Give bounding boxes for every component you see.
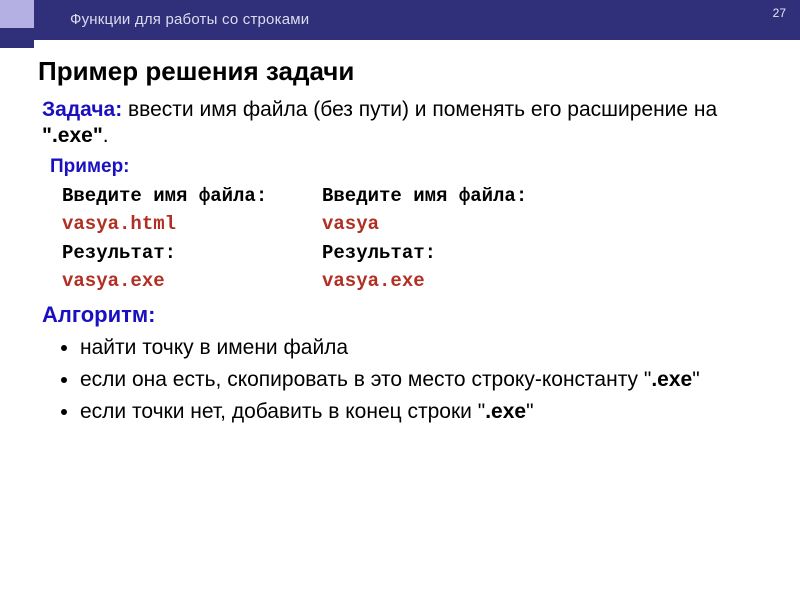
algo-2-bold: .exe — [651, 368, 692, 391]
example-right: Введите имя файла: vasya Результат: vasy… — [322, 182, 582, 296]
example-left-result-label: Результат: — [62, 239, 322, 268]
example-label: Пример: — [50, 156, 770, 178]
algorithm-item-2: если она есть, скопировать в это место с… — [80, 366, 770, 394]
task-label: Задача: — [42, 98, 122, 121]
example-left-prompt: Введите имя файла: — [62, 182, 322, 211]
corner-accent-bottom — [0, 28, 34, 48]
header-title: Функции для работы со строками — [34, 0, 800, 40]
corner-accent-top — [0, 0, 34, 28]
example-right-result-label: Результат: — [322, 239, 582, 268]
algo-3-bold: .exe — [485, 400, 526, 423]
content-area: Пример решения задачи Задача: ввести имя… — [0, 40, 800, 427]
task-description: Задача: ввести имя файла (без пути) и по… — [42, 97, 770, 150]
example-right-prompt: Введите имя файла: — [322, 182, 582, 211]
algorithm-item-1: найти точку в имени файла — [80, 334, 770, 362]
algorithm-label: Алгоритм: — [42, 302, 770, 328]
example-left-input: vasya.html — [62, 210, 322, 239]
algo-2-pre: если она есть, скопировать в это место с… — [80, 368, 651, 391]
example-right-result: vasya.exe — [322, 267, 582, 296]
algorithm-list: найти точку в имени файла если она есть,… — [80, 334, 770, 427]
algorithm-item-3: если точки нет, добавить в конец строки … — [80, 398, 770, 426]
algo-3-post: " — [526, 400, 533, 423]
task-ext: ".exe" — [42, 124, 103, 147]
task-text-2: . — [103, 124, 109, 147]
algo-3-pre: если точки нет, добавить в конец строки … — [80, 400, 485, 423]
task-text-1: ввести имя файла (без пути) и поменять е… — [122, 98, 717, 121]
example-left-result: vasya.exe — [62, 267, 322, 296]
header-bar: Функции для работы со строками 27 — [34, 0, 800, 40]
algo-2-post: " — [692, 368, 699, 391]
slide-title: Пример решения задачи — [38, 56, 770, 87]
algo-1-text: найти точку в имени файла — [80, 336, 348, 359]
example-block: Введите имя файла: vasya.html Результат:… — [62, 182, 770, 296]
example-right-input: vasya — [322, 210, 582, 239]
slide: Функции для работы со строками 27 Пример… — [0, 0, 800, 600]
page-number: 27 — [773, 6, 786, 20]
example-left: Введите имя файла: vasya.html Результат:… — [62, 182, 322, 296]
